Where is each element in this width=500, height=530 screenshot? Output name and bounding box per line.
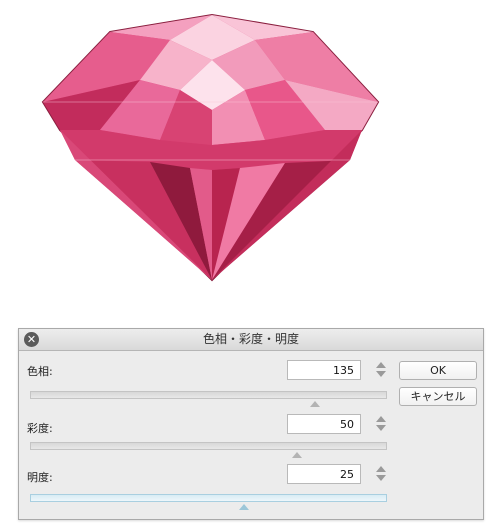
- saturation-slider[interactable]: [30, 442, 387, 458]
- stepper-up-icon[interactable]: [376, 416, 386, 422]
- ok-button[interactable]: OK: [399, 361, 477, 380]
- saturation-slider-thumb[interactable]: [292, 452, 303, 458]
- hue-slider-thumb[interactable]: [310, 401, 320, 407]
- hue-saturation-dialog: ✕ 色相・彩度・明度 色相: 彩度: 明度: OK キャンセル: [18, 328, 484, 520]
- hue-slider[interactable]: [30, 391, 387, 407]
- saturation-input[interactable]: [287, 414, 361, 434]
- cancel-button[interactable]: キャンセル: [399, 387, 477, 406]
- hue-label: 色相:: [27, 365, 53, 378]
- dialog-title: 色相・彩度・明度: [202, 332, 299, 346]
- lightness-input[interactable]: [287, 464, 361, 484]
- lightness-slider[interactable]: [30, 494, 387, 510]
- stepper-down-icon[interactable]: [376, 425, 386, 431]
- dialog-titlebar: ✕ 色相・彩度・明度: [19, 329, 483, 351]
- stepper-up-icon[interactable]: [376, 466, 386, 472]
- lightness-slider-thumb[interactable]: [239, 504, 249, 510]
- stepper-down-icon[interactable]: [376, 371, 386, 377]
- gem-illustration: [0, 0, 500, 300]
- lightness-label: 明度:: [27, 471, 53, 484]
- lightness-stepper[interactable]: [375, 465, 387, 483]
- saturation-stepper[interactable]: [375, 415, 387, 433]
- stepper-down-icon[interactable]: [376, 475, 386, 481]
- hue-stepper[interactable]: [375, 361, 387, 379]
- stepper-up-icon[interactable]: [376, 362, 386, 368]
- gem-image: [41, 13, 380, 282]
- hue-input[interactable]: [287, 360, 361, 380]
- saturation-label: 彩度:: [27, 422, 53, 435]
